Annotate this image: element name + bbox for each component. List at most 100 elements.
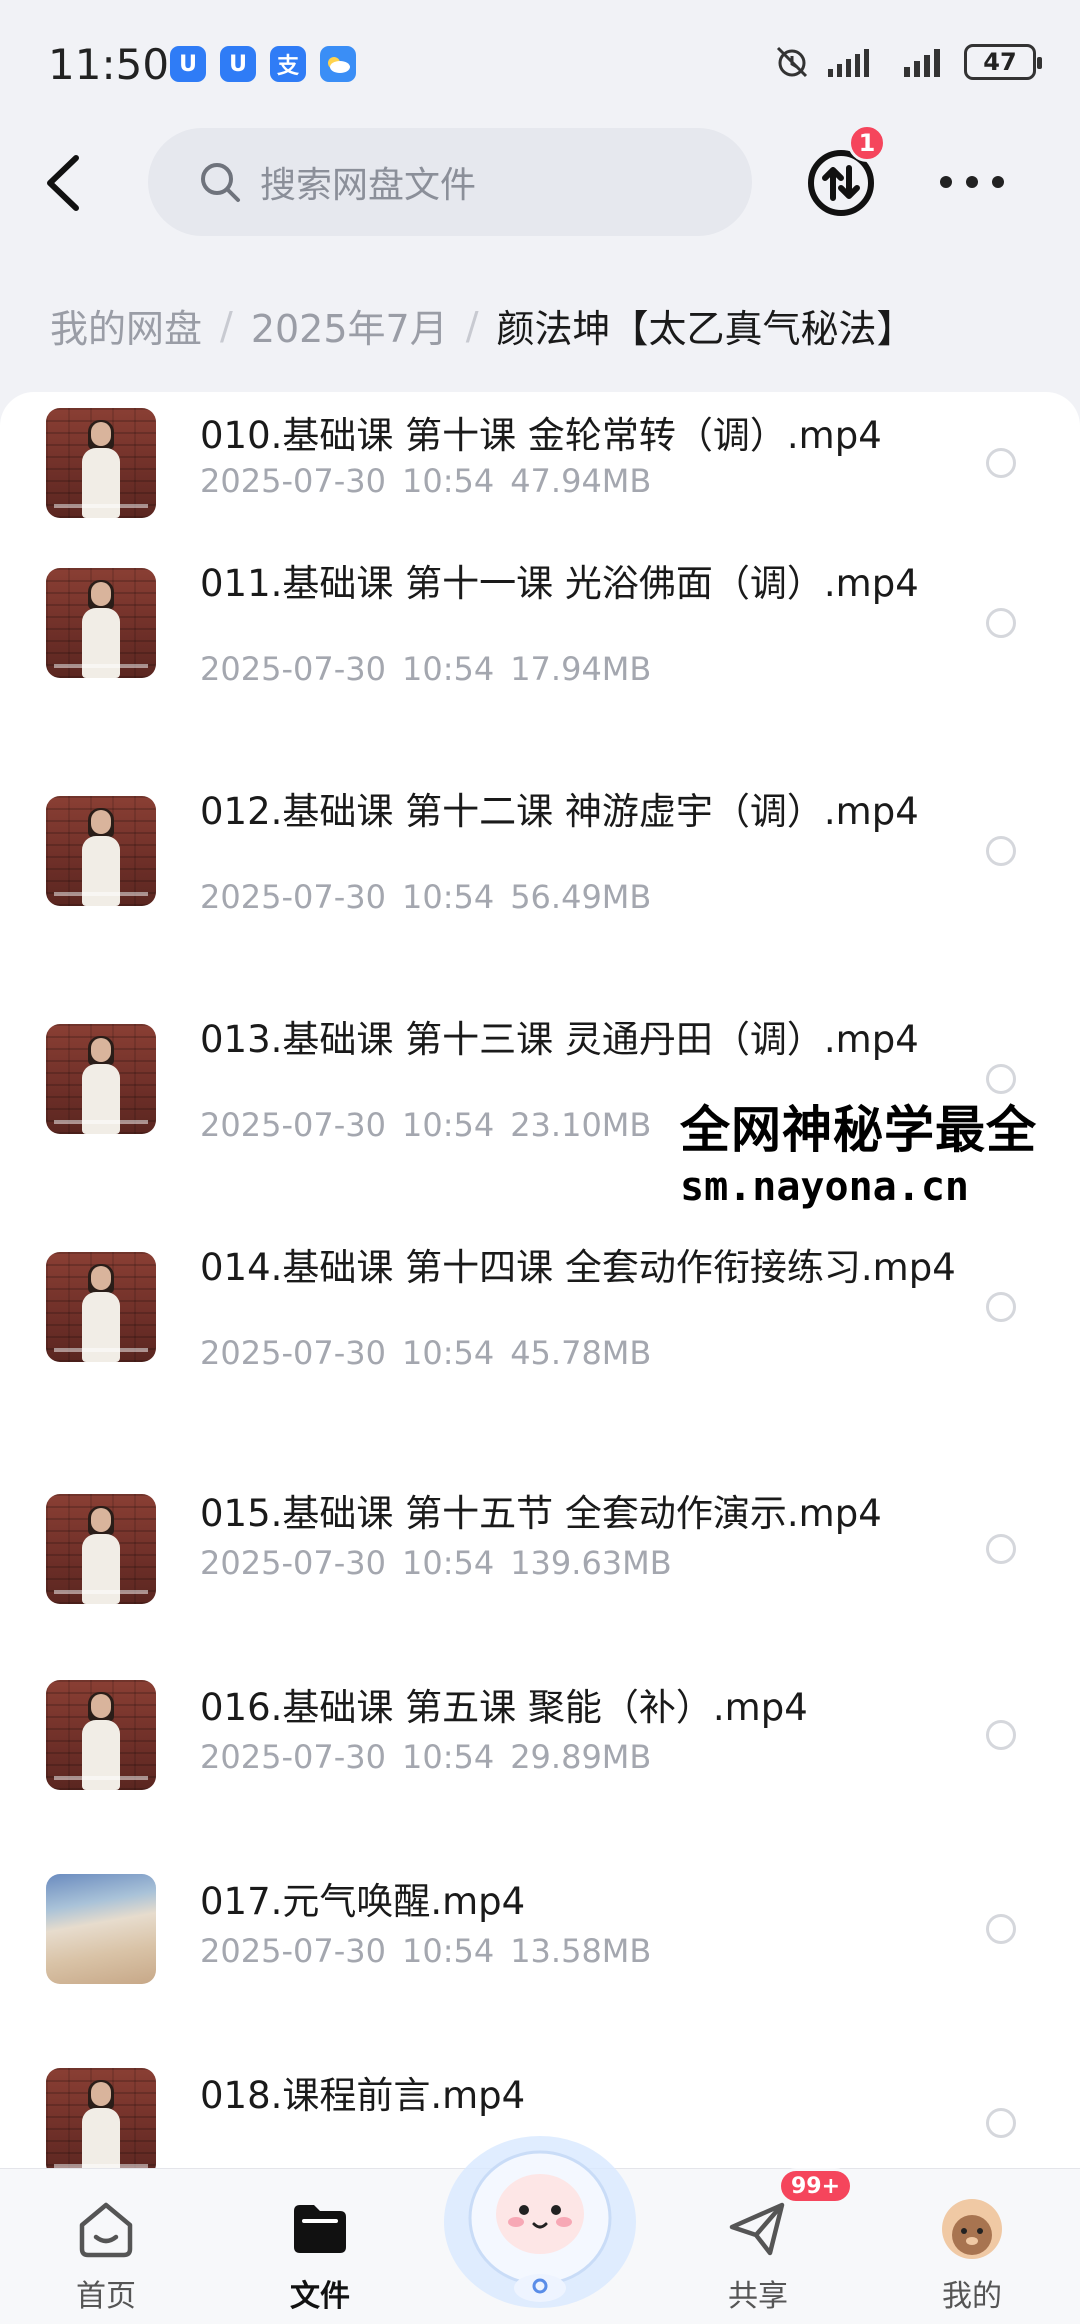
home-icon — [79, 2202, 133, 2258]
video-thumbnail — [46, 796, 156, 906]
file-name: 010.基础课 第十课 金轮常转（调）.mp4 — [200, 414, 882, 457]
more-dot-icon — [940, 176, 952, 188]
file-meta: 2025-07-30 10:54 56.49MB — [200, 878, 651, 916]
select-checkbox[interactable] — [986, 1534, 1016, 1564]
select-checkbox[interactable] — [986, 448, 1016, 478]
back-button[interactable] — [36, 150, 96, 216]
breadcrumb-separator: / — [465, 303, 479, 348]
nav-files[interactable]: 文件 — [250, 2179, 390, 2319]
watermark-title: 全网神秘学最全 — [680, 1101, 1037, 1159]
file-meta: 2025-07-30 10:54 29.89MB — [200, 1738, 651, 1776]
watermark: 全网神秘学最全 sm.nayona.cn — [676, 1098, 1041, 1212]
select-checkbox[interactable] — [986, 1292, 1016, 1322]
nav-home[interactable]: 首页 — [36, 2179, 176, 2319]
file-date: 2025-07-30 — [200, 462, 386, 500]
select-checkbox[interactable] — [986, 2108, 1016, 2138]
app-notification-icon: U — [220, 46, 256, 82]
nav-share-label: 共享 — [728, 2279, 788, 2314]
send-icon — [729, 2202, 785, 2256]
file-date: 2025-07-30 — [200, 1106, 386, 1144]
file-date: 2025-07-30 — [200, 1334, 386, 1372]
weather-notification-icon — [320, 46, 356, 82]
battery-indicator: 47 — [964, 44, 1042, 80]
file-row[interactable]: 014.基础课 第十四课 全套动作衔接练习.mp4 2025-07-30 10:54… — [0, 1226, 1080, 1426]
file-size: 45.78MB — [510, 1334, 652, 1372]
file-size: 29.89MB — [510, 1738, 652, 1776]
mascot-assistant-button[interactable] — [436, 2110, 644, 2310]
file-meta: 2025-07-30 10:54 45.78MB — [200, 1334, 651, 1372]
nav-files-label: 文件 — [290, 2279, 350, 2314]
file-name: 015.基础课 第十五节 全套动作演示.mp4 — [200, 1492, 882, 1535]
file-size: 139.63MB — [510, 1544, 672, 1582]
chevron-left-icon — [47, 155, 79, 211]
video-thumbnail — [46, 1494, 156, 1604]
alipay-notification-icon: 支 — [270, 46, 306, 82]
file-name: 017.元气唤醒.mp4 — [200, 1880, 526, 1923]
video-thumbnail — [46, 1680, 156, 1790]
breadcrumb: 我的网盘 / 2025年7月 / 颜法坤【太乙真气秘法】 — [50, 298, 915, 353]
more-dot-icon — [966, 176, 978, 188]
file-time: 10:54 — [401, 650, 495, 688]
video-thumbnail — [46, 408, 156, 518]
signal-icon — [902, 47, 948, 77]
select-checkbox[interactable] — [986, 836, 1016, 866]
file-size: 17.94MB — [510, 650, 652, 688]
breadcrumb-separator: / — [220, 303, 233, 348]
nav-me-label: 我的 — [942, 2279, 1002, 2314]
nav-home-label: 首页 — [76, 2279, 136, 2314]
nav-me[interactable]: 我的 — [902, 2179, 1042, 2319]
file-row[interactable]: 016.基础课 第五课 聚能（补）.mp4 2025-07-30 10:54 29.8… — [0, 1666, 1080, 1866]
select-checkbox[interactable] — [986, 1064, 1016, 1094]
file-date: 2025-07-30 — [200, 878, 386, 916]
file-size: 47.94MB — [510, 462, 652, 500]
notification-icons: U U 支 — [170, 46, 356, 82]
share-count-badge: 99+ — [778, 2168, 854, 2204]
mascot-icon — [444, 2136, 636, 2308]
breadcrumb-root[interactable]: 我的网盘 — [50, 298, 202, 353]
signal-icon — [826, 47, 886, 77]
system-status: 47 — [774, 44, 1042, 80]
file-name: 012.基础课 第十二课 神游虚宇（调）.mp4 — [200, 790, 919, 833]
file-time: 10:54 — [401, 1932, 495, 1970]
app-notification-icon: U — [170, 46, 206, 82]
video-thumbnail — [46, 568, 156, 678]
select-checkbox[interactable] — [986, 1720, 1016, 1750]
video-thumbnail — [46, 1024, 156, 1134]
more-options-button[interactable] — [940, 160, 1004, 204]
status-bar: 11:50 U U 支 47 — [0, 0, 1080, 120]
file-time: 10:54 — [401, 1334, 495, 1372]
file-date: 2025-07-30 — [200, 1544, 386, 1582]
file-list: 010.基础课 第十课 金轮常转（调）.mp4 2025-07-30 10:54 47… — [0, 392, 1080, 2192]
file-time: 10:54 — [401, 1738, 495, 1776]
file-row[interactable]: 011.基础课 第十一课 光浴佛面（调）.mp4 2025-07-30 10:54 1… — [0, 542, 1080, 742]
more-dot-icon — [992, 176, 1004, 188]
file-meta: 2025-07-30 10:54 139.63MB — [200, 1544, 672, 1582]
select-checkbox[interactable] — [986, 1914, 1016, 1944]
file-date: 2025-07-30 — [200, 1738, 386, 1776]
watermark-url: sm.nayona.cn — [680, 1164, 969, 1210]
file-meta: 2025-07-30 10:54 23.10MB — [200, 1106, 651, 1144]
breadcrumb-current: 颜法坤【太乙真气秘法】 — [496, 307, 915, 351]
file-time: 10:54 — [401, 462, 495, 500]
screen: 11:50 U U 支 47 搜索网盘文件 1 我的网盘 / 2025年7月 /… — [0, 0, 1080, 2324]
clock: 11:50 — [48, 40, 170, 89]
file-size: 13.58MB — [510, 1932, 652, 1970]
search-placeholder: 搜索网盘文件 — [260, 165, 477, 206]
file-row[interactable]: 017.元气唤醒.mp4 2025-07-30 10:54 13.58MB — [0, 1860, 1080, 2060]
file-time: 10:54 — [401, 1106, 495, 1144]
video-thumbnail — [46, 1252, 156, 1362]
file-row[interactable]: 012.基础课 第十二课 神游虚宇（调）.mp4 2025-07-30 10:54 5… — [0, 770, 1080, 970]
file-meta: 2025-07-30 10:54 17.94MB — [200, 650, 651, 688]
select-checkbox[interactable] — [986, 608, 1016, 638]
breadcrumb-parent[interactable]: 2025年7月 — [251, 298, 448, 353]
avatar-icon — [942, 2199, 1002, 2259]
file-date: 2025-07-30 — [200, 1932, 386, 1970]
search-input[interactable]: 搜索网盘文件 — [148, 128, 752, 236]
search-icon — [201, 163, 240, 202]
file-name: 014.基础课 第十四课 全套动作衔接练习.mp4 — [200, 1246, 956, 1289]
file-row[interactable]: 015.基础课 第十五节 全套动作演示.mp4 2025-07-30 10:54 13… — [0, 1472, 1080, 1672]
file-meta: 2025-07-30 10:54 47.94MB — [200, 462, 651, 500]
video-thumbnail — [46, 1874, 156, 1984]
file-size: 56.49MB — [510, 878, 652, 916]
file-name: 013.基础课 第十三课 灵通丹田（调）.mp4 — [200, 1018, 919, 1061]
